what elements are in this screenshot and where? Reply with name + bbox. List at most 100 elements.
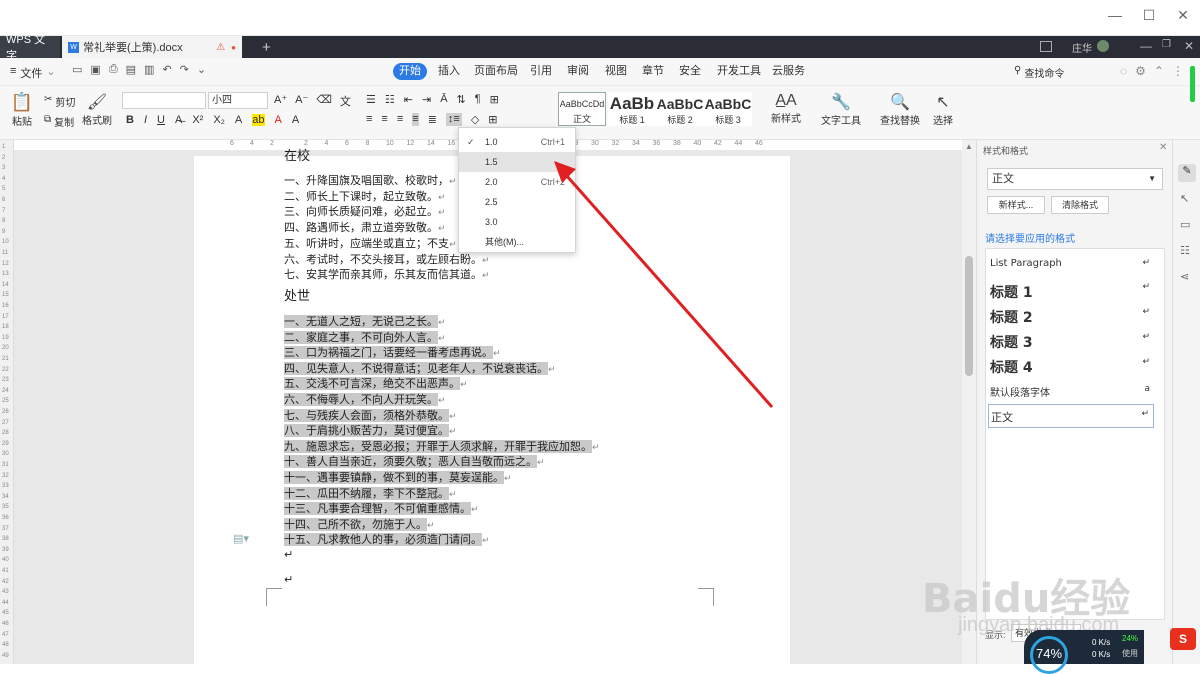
align-center-icon[interactable]: ≡ bbox=[381, 113, 387, 126]
find-replace-button[interactable]: 🔍 查找替换 bbox=[878, 92, 922, 127]
document-line[interactable]: 十四、己所不欲，勿施于人。↵ bbox=[284, 517, 435, 533]
style-heading2[interactable]: AaBbC 标题 2 bbox=[656, 92, 704, 126]
subscript-icon[interactable]: X₂ bbox=[213, 114, 225, 126]
document-line[interactable]: 十五、凡求教他人的事，必须造门请问。↵ bbox=[284, 533, 490, 548]
font-color-icon[interactable]: A bbox=[275, 114, 282, 126]
document-line[interactable]: 十、善人自当亲近，须要久敬；恶人自当敬而远之。↵ bbox=[284, 455, 545, 470]
document-line[interactable]: 二、师长上下课时，起立致敬。↵ bbox=[284, 190, 446, 205]
tab-home[interactable]: 开始 bbox=[393, 63, 427, 80]
backup-icon[interactable]: ▭ bbox=[1180, 218, 1190, 231]
distribute-icon[interactable]: ≣ bbox=[428, 113, 437, 126]
sort-icon[interactable]: ⇅ bbox=[457, 93, 466, 106]
avatar[interactable] bbox=[1097, 40, 1109, 52]
document-line[interactable]: ↵ bbox=[284, 548, 293, 562]
document-line[interactable]: 六、不侮辱人，不向人开玩笑。↵ bbox=[284, 393, 446, 408]
maximize-button[interactable]: ☐ bbox=[1130, 0, 1168, 30]
numbered-list-icon[interactable]: ☷ bbox=[385, 93, 395, 106]
style-normal[interactable]: AaBbCcDd 正文 bbox=[558, 92, 606, 126]
undo-icon[interactable]: ↶ bbox=[162, 63, 171, 76]
strikethrough-icon[interactable]: A̶ bbox=[175, 114, 182, 126]
close-button[interactable]: ✕ bbox=[1164, 0, 1200, 30]
style-item[interactable]: 正文 ↵ bbox=[988, 404, 1154, 428]
document-line[interactable]: 四、见失意人，不说得意话；见老年人，不说衰丧话。↵ bbox=[284, 361, 556, 377]
app-tab[interactable]: WPS 文字 bbox=[0, 34, 60, 62]
current-style-select[interactable]: 正文 ▼ bbox=[987, 168, 1163, 190]
export-icon[interactable]: ▥ bbox=[144, 63, 154, 76]
document-tab[interactable]: W 常礼举要(上策).docx ⚠ ● bbox=[62, 36, 242, 58]
styles-pane-icon[interactable]: ✎ bbox=[1178, 164, 1196, 182]
document-line[interactable]: 三、向师长质疑问难，必起立。↵ bbox=[284, 205, 446, 220]
line-spacing-1-0[interactable]: ✓ 1.0 Ctrl+1 bbox=[459, 132, 575, 152]
font-name-select[interactable] bbox=[122, 92, 206, 109]
borders-icon[interactable]: ⊞ bbox=[488, 113, 497, 126]
user-name[interactable]: 庄华 bbox=[1072, 40, 1092, 55]
document-line[interactable]: 在校 bbox=[284, 150, 310, 164]
pinyin-icon[interactable]: 文 bbox=[340, 93, 351, 109]
style-item[interactable]: 标题 1 ↵ bbox=[988, 278, 1154, 302]
window-layout-icon[interactable] bbox=[1040, 41, 1052, 52]
paste-button[interactable]: 📋 粘贴 bbox=[8, 92, 36, 128]
document-line[interactable]: 八、于肩挑小贩苦力，莫讨便宜。↵ bbox=[284, 424, 457, 439]
minimize-button[interactable]: — bbox=[1096, 0, 1134, 30]
save-icon[interactable]: ▣ bbox=[90, 63, 100, 76]
sogou-ime-icon[interactable]: S bbox=[1170, 628, 1196, 650]
align-right-icon[interactable]: ≡ bbox=[397, 113, 403, 126]
document-line[interactable]: ↵ bbox=[284, 573, 293, 587]
highlight-icon[interactable]: ab bbox=[252, 114, 265, 126]
font-size-select[interactable]: 小四 bbox=[208, 92, 268, 109]
print-preview-icon[interactable]: ▤ bbox=[126, 63, 136, 76]
copy-button[interactable]: ⧉ 复制 bbox=[44, 114, 74, 129]
tab-chapter[interactable]: 章节 bbox=[636, 63, 670, 80]
feedback-icon[interactable]: ◌ bbox=[1120, 64, 1127, 78]
chinese-layout-icon[interactable]: Ā bbox=[440, 93, 447, 106]
shading-icon[interactable]: ◇ bbox=[471, 113, 479, 126]
align-left-icon[interactable]: ≡ bbox=[366, 113, 372, 126]
gear-icon[interactable]: ⚙ bbox=[1135, 64, 1146, 78]
tab-developer[interactable]: 开发工具 bbox=[711, 63, 767, 80]
style-item[interactable]: 标题 4 ↵ bbox=[988, 353, 1154, 377]
more-icon[interactable]: ⋮ bbox=[1172, 64, 1184, 78]
task-pane-close-icon[interactable]: ✕ bbox=[1159, 142, 1167, 153]
document-line[interactable]: 十二、瓜田不纳履，李下不整冠。↵ bbox=[284, 486, 457, 502]
underline-icon[interactable]: U bbox=[157, 114, 165, 126]
shrink-font-icon[interactable]: A⁻ bbox=[295, 93, 308, 109]
document-line[interactable]: 十三、凡事要合理智，不可偏重感情。↵ bbox=[284, 502, 479, 517]
document-line[interactable]: 处世 bbox=[284, 290, 310, 304]
increase-indent-icon[interactable]: ⇥ bbox=[422, 93, 431, 106]
style-item[interactable]: List Paragraph ↵ bbox=[988, 254, 1154, 278]
decrease-indent-icon[interactable]: ⇤ bbox=[404, 93, 413, 106]
style-heading3[interactable]: AaBbC 标题 3 bbox=[704, 92, 752, 126]
tab-references[interactable]: 引用 bbox=[524, 63, 558, 80]
columns-icon[interactable]: ⊞ bbox=[490, 93, 499, 106]
tab-cloud[interactable]: 云服务 bbox=[766, 63, 811, 80]
tab-insert[interactable]: 插入 bbox=[432, 63, 466, 80]
command-search[interactable]: ⚲ 查找命令 bbox=[1014, 65, 1064, 80]
grow-font-icon[interactable]: A⁺ bbox=[274, 93, 287, 109]
document-line[interactable]: 十一、遇事要镇静，做不到的事，莫妄逞能。↵ bbox=[284, 471, 512, 486]
clear-format-button[interactable]: 清除格式 bbox=[1051, 196, 1109, 214]
cut-button[interactable]: ✂ 剪切 bbox=[44, 94, 75, 109]
document-line[interactable]: 九、施恩求忘，受恩必报；开罪于人须求解，开罪于我应加恕。↵ bbox=[284, 439, 600, 455]
document-line[interactable]: 七、与残疾人会面，须格外恭敬。↵ bbox=[284, 408, 457, 424]
document-line[interactable]: 四、路遇师长，肃立道旁致敬。↵ bbox=[284, 221, 446, 236]
new-style-button[interactable]: A̲A 新样式 bbox=[768, 92, 804, 125]
document-line[interactable]: 三、口为祸福之门，话要经一番考虑再说。↵ bbox=[284, 346, 501, 361]
bullet-list-icon[interactable]: ☰ bbox=[366, 93, 376, 106]
style-item[interactable]: 默认段落字体 a bbox=[988, 380, 1154, 404]
bold-icon[interactable]: B bbox=[126, 114, 134, 126]
scroll-thumb[interactable] bbox=[965, 256, 973, 376]
tab-review[interactable]: 审阅 bbox=[561, 63, 595, 80]
document-line[interactable]: 五、交浅不可言深，绝交不出恶声。↵ bbox=[284, 377, 468, 392]
document-line[interactable]: 五、听讲时，应端坐或直立；不支↵ bbox=[284, 237, 457, 252]
properties-icon[interactable]: ☷ bbox=[1180, 244, 1190, 257]
share-icon[interactable]: ⋖ bbox=[1180, 270, 1189, 283]
new-tab-button[interactable]: + bbox=[256, 36, 277, 58]
document-line[interactable]: 一、升降国旗及唱国歌、校歌时，↵ bbox=[284, 174, 457, 189]
tab-minimize-icon[interactable]: — bbox=[1140, 39, 1152, 53]
redo-icon[interactable]: ↷ bbox=[180, 63, 189, 76]
format-painter-button[interactable]: 🖌 格式刷 bbox=[82, 92, 112, 127]
select-button[interactable]: ↖ 选择 bbox=[928, 92, 958, 127]
style-item[interactable]: 标题 2 ↵ bbox=[988, 303, 1154, 327]
line-spacing-icon[interactable]: ↕≡ bbox=[445, 113, 462, 126]
tab-close-icon[interactable]: ✕ bbox=[1184, 39, 1194, 53]
